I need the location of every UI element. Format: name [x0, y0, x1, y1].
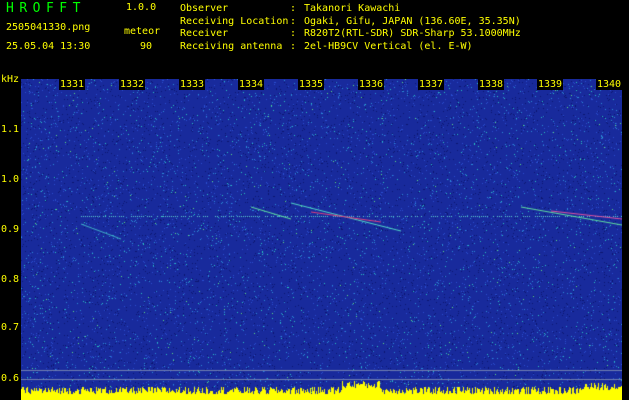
info-row-observer: Observer : Takanori Kawachi — [180, 3, 521, 16]
x-tick-label: 1334 — [238, 79, 265, 90]
info-row-location: Receiving Location : Ogaki, Gifu, JAPAN … — [180, 16, 521, 29]
y-tick-label: 0.6 — [1, 373, 20, 384]
hrofft-window: HROFFT 1.0.0 2505041330.png 25.05.04 13:… — [0, 0, 629, 400]
info-label: Receiving Location — [180, 15, 289, 27]
x-tick-label: 1336 — [358, 79, 385, 90]
y-axis-labels: 1.1 1.0 0.9 0.8 0.7 0.6 — [0, 0, 21, 400]
x-tick-label: 1339 — [537, 79, 564, 90]
x-tick-label: 1335 — [298, 79, 325, 90]
y-tick-label: 0.8 — [1, 274, 20, 285]
x-tick-label: 1337 — [418, 79, 445, 90]
info-label: Receiver — [180, 28, 229, 39]
info-row-antenna: Receiving antenna : 2el-HB9CV Vertical (… — [180, 41, 521, 54]
station-info: Observer : Takanori Kawachi Receiving Lo… — [180, 3, 521, 53]
x-tick-label: 1333 — [179, 79, 206, 90]
app-version: 1.0.0 — [126, 2, 157, 13]
y-tick-label: 1.1 — [1, 124, 20, 135]
info-separator: : — [290, 3, 297, 14]
y-tick-label: 1.0 — [1, 174, 20, 185]
x-tick-label: 1331 — [59, 79, 86, 90]
info-label: Receiving antenna — [180, 40, 283, 52]
spectrogram-image — [21, 79, 622, 400]
info-separator: : — [290, 15, 297, 27]
info-value: Ogaki, Gifu, JAPAN (136.60E, 35.35N) — [304, 15, 521, 27]
info-value: R820T2(RTL-SDR) SDR-Sharp 53.1000MHz — [304, 28, 521, 39]
info-label: Observer — [180, 3, 229, 14]
x-tick-label: 1338 — [478, 79, 505, 90]
y-tick-label: 0.9 — [1, 224, 20, 235]
count-label: 90 — [140, 41, 153, 52]
y-tick-label: 0.7 — [1, 322, 20, 333]
spectrogram-canvas — [21, 79, 622, 400]
mode-label: meteor — [124, 26, 161, 37]
info-separator: : — [290, 40, 297, 52]
info-separator: : — [290, 28, 297, 39]
info-row-receiver: Receiver : R820T2(RTL-SDR) SDR-Sharp 53.… — [180, 28, 521, 41]
info-value: 2el-HB9CV Vertical (el. E-W) — [304, 40, 473, 52]
info-value: Takanori Kawachi — [304, 3, 401, 14]
x-tick-label: 1340 — [596, 79, 623, 90]
x-tick-label: 1332 — [119, 79, 146, 90]
